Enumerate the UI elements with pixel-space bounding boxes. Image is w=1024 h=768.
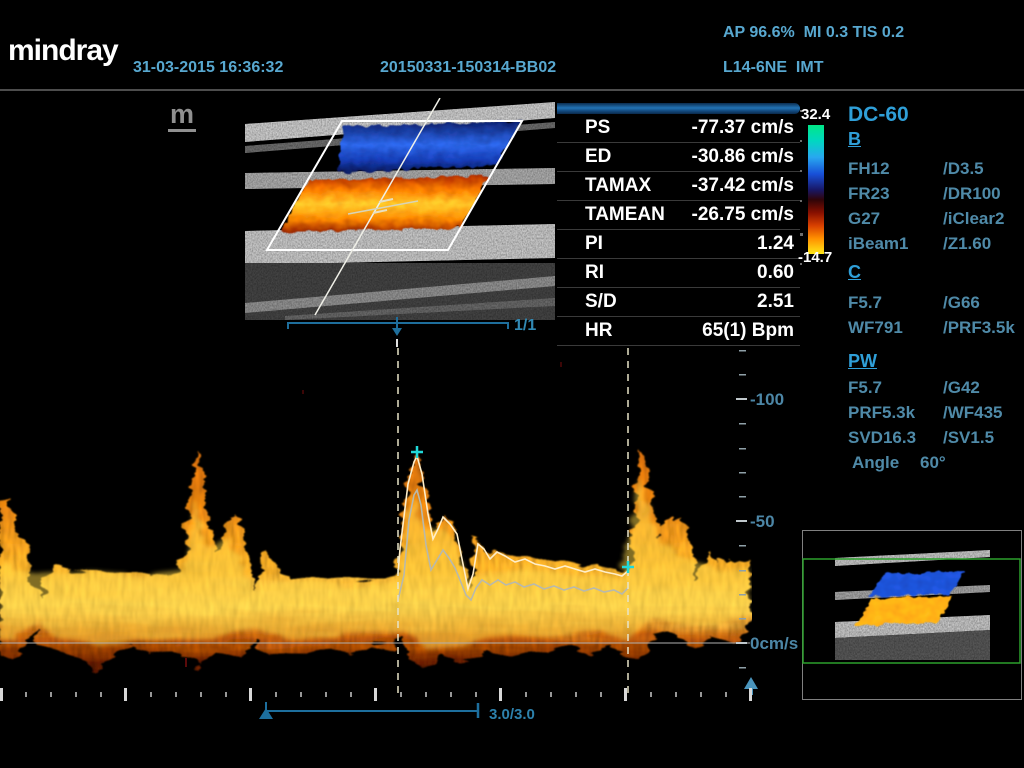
- param-row: F5.7/G66: [848, 293, 980, 313]
- frame-indicator: 1/1: [514, 317, 536, 334]
- sweep-time-label: 3.0/3.0: [489, 706, 535, 723]
- axis-label-0: 0cm/s: [750, 634, 798, 653]
- sweep-marker-triangle[interactable]: [259, 708, 273, 719]
- section-c: C: [848, 262, 861, 283]
- axis-label-50: -50: [750, 512, 775, 531]
- results-panel-header-bar: [557, 103, 800, 114]
- sweep-measure-line: [266, 702, 478, 718]
- result-row: HR65(1) Bpm: [557, 317, 800, 346]
- param-row: F5.7/G42: [848, 378, 980, 398]
- probe-exam: L14-6NE IMT: [723, 59, 823, 77]
- section-pw: PW: [848, 351, 877, 372]
- result-row: ED-30.86 cm/s: [557, 143, 800, 172]
- image-thumbnail[interactable]: [802, 530, 1022, 700]
- axis-label-100: -100: [750, 390, 784, 409]
- section-b: B: [848, 129, 861, 150]
- acoustic-output: AP 96.6% MI 0.3 TIS 0.2: [723, 24, 904, 42]
- measurement-results-panel: PS-77.37 cm/s ED-30.86 cm/s TAMAX-37.42 …: [557, 98, 800, 346]
- header-separator: [0, 89, 1024, 91]
- result-row: S/D2.51: [557, 288, 800, 317]
- system-model: DC-60: [848, 103, 909, 127]
- spectral-waveform: [0, 362, 750, 670]
- param-row: WF791/PRF3.5k: [848, 318, 1015, 338]
- param-row-angle: Angle60°: [848, 453, 946, 473]
- result-row: RI0.60: [557, 259, 800, 288]
- param-row: PRF5.3k/WF435: [848, 403, 1003, 423]
- patient-id: 20150331-150314-BB02: [380, 59, 556, 77]
- param-row: FR23/DR100: [848, 184, 1001, 204]
- color-doppler-bar: [808, 125, 824, 254]
- spectral-doppler-display: -100 -50 0cm/s: [0, 345, 810, 701]
- param-row: FH12/D3.5: [848, 159, 984, 179]
- colorbar-min-label: -14.7: [798, 249, 832, 266]
- param-row: iBeam1/Z1.60: [848, 234, 991, 254]
- param-row: G27/iClear2: [848, 209, 1004, 229]
- orientation-marker: m: [168, 101, 196, 132]
- datetime: 31-03-2015 16:36:32: [133, 59, 283, 77]
- result-row: PI1.24: [557, 230, 800, 259]
- color-flow-orange: [280, 176, 488, 232]
- result-row: PS-77.37 cm/s: [557, 114, 800, 143]
- colorbar-max-label: 32.4: [801, 106, 830, 123]
- result-row: TAMAX-37.42 cm/s: [557, 172, 800, 201]
- ps-caliper-marker[interactable]: [411, 446, 423, 458]
- mindray-logo: mindray: [8, 34, 118, 68]
- bmode-image: [245, 98, 555, 320]
- time-ruler: 3.0/3.0: [0, 680, 770, 725]
- result-row: TAMEAN-26.75 cm/s: [557, 201, 800, 230]
- ultrasound-screen: mindray 31-03-2015 16:36:32 20150331-150…: [0, 0, 1024, 768]
- param-row: SVD16.3/SV1.5: [848, 428, 994, 448]
